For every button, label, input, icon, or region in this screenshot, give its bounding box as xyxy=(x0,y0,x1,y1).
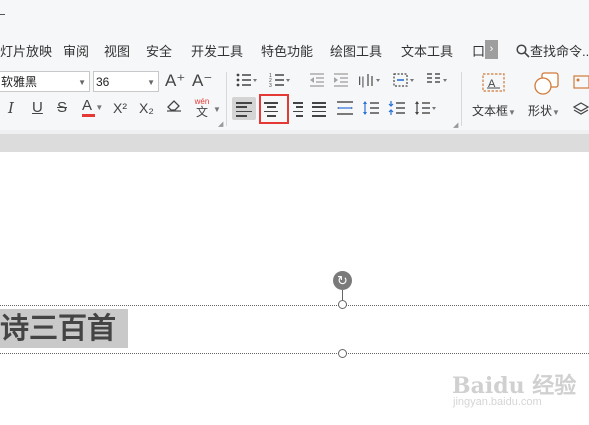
dialog-launcher-icon[interactable]: ◢ xyxy=(453,121,458,129)
font-family-select[interactable]: 软雅黑 ▼ xyxy=(0,71,90,92)
tab-review[interactable]: 审阅 xyxy=(63,41,89,60)
chevron-down-icon: ▼ xyxy=(147,78,155,87)
chevron-down-icon: ▼ xyxy=(95,103,104,112)
menu-bar: 灯片放映 审阅 视图 安全 开发工具 特色功能 绘图工具 文本工具 口 查找命令… xyxy=(0,30,589,68)
shapes-icon xyxy=(533,72,561,101)
chevron-down-icon: ▼ xyxy=(508,108,516,117)
shapes-button[interactable]: 形状▼ xyxy=(528,102,560,119)
divider xyxy=(461,72,462,126)
textbox-label: 文本框 xyxy=(472,104,509,118)
rotate-icon: ↻ xyxy=(337,273,348,288)
numbered-list-button[interactable]: 123 xyxy=(269,72,291,93)
tab-view[interactable]: 视图 xyxy=(104,41,130,60)
search-label: 查找命令... xyxy=(530,44,589,59)
bullet-list-icon xyxy=(236,73,257,87)
paragraph-spacing-icon xyxy=(388,101,405,115)
indent-icon xyxy=(334,73,348,87)
superscript-button[interactable]: X² xyxy=(113,98,127,118)
title-bar-fragment xyxy=(0,14,5,15)
eraser-icon xyxy=(167,100,181,112)
line-spacing-icon xyxy=(363,101,379,115)
dialog-launcher-icon[interactable]: ◢ xyxy=(218,120,223,128)
search-command[interactable]: 查找命令... xyxy=(516,41,589,60)
justify-button[interactable] xyxy=(312,102,328,120)
grow-font-button[interactable]: A⁺ xyxy=(165,71,185,91)
tab-slideshow[interactable]: 灯片放映 xyxy=(0,41,52,60)
slide-title-text[interactable]: 诗三百首 xyxy=(0,309,129,348)
tab-drawing-tools[interactable]: 绘图工具 xyxy=(330,41,382,60)
watermark-url: jingyan.baidu.com xyxy=(453,396,542,408)
menu-scroll-right-button[interactable]: › xyxy=(485,40,498,59)
search-icon xyxy=(516,44,530,58)
strikethrough-button[interactable]: S xyxy=(57,98,67,118)
paragraph-spacing-button[interactable] xyxy=(388,100,406,121)
spacing-options-icon xyxy=(415,101,436,115)
textbox-button[interactable]: 文本框▼ xyxy=(472,102,516,119)
chevron-down-icon: ▼ xyxy=(213,105,221,114)
text-direction-button[interactable]: I| xyxy=(358,72,382,93)
align-left-button[interactable] xyxy=(236,102,252,120)
spacing-options-button[interactable] xyxy=(414,100,438,121)
chevron-down-icon: ▼ xyxy=(552,108,560,117)
numbered-list-icon: 123 xyxy=(269,73,290,89)
chevron-down-icon: ▼ xyxy=(78,78,86,87)
ribbon: 软雅黑 ▼ 36 ▼ A⁺ A⁻ I U S A ▼ X² X₂ wén 文 ▼… xyxy=(0,68,589,130)
font-color-swatch xyxy=(82,114,95,117)
textbox-bottom-border xyxy=(0,353,589,354)
tab-text-tools[interactable]: 文本工具 xyxy=(401,41,453,60)
align-text-icon xyxy=(393,73,414,87)
title-bar xyxy=(0,0,589,30)
resize-handle-top[interactable] xyxy=(338,300,347,309)
rotate-handle[interactable]: ↻ xyxy=(333,271,352,290)
columns-icon xyxy=(427,73,447,83)
line-spacing-button[interactable] xyxy=(362,100,380,121)
increase-indent-button[interactable] xyxy=(333,72,349,93)
align-text-button[interactable] xyxy=(393,72,417,93)
textbox-icon: A xyxy=(482,73,506,98)
pinyin-char: 文 xyxy=(195,105,208,119)
tab-collapsed[interactable]: 口 xyxy=(472,41,485,60)
resize-handle-bottom[interactable] xyxy=(338,349,347,358)
distribute-button[interactable] xyxy=(336,100,354,121)
subscript-button[interactable]: X₂ xyxy=(139,98,154,118)
tab-developer-tools[interactable]: 开发工具 xyxy=(191,41,243,60)
shapes-label: 形状 xyxy=(528,104,553,118)
workspace-top-shade xyxy=(0,134,589,152)
shrink-font-button[interactable]: A⁻ xyxy=(192,71,212,91)
font-size-value: 36 xyxy=(96,75,110,89)
text-direction-icon: I| xyxy=(358,74,380,88)
pinyin-guide-button[interactable]: wén 文 xyxy=(192,97,212,119)
font-color-glyph: A xyxy=(82,97,92,114)
tab-security[interactable]: 安全 xyxy=(146,41,172,60)
outdent-icon xyxy=(310,73,324,87)
font-size-select[interactable]: 36 ▼ xyxy=(93,71,159,92)
decrease-indent-button[interactable] xyxy=(309,72,325,93)
image-icon[interactable] xyxy=(573,75,589,96)
align-right-button[interactable] xyxy=(289,102,305,120)
layers-icon[interactable] xyxy=(572,102,589,123)
rotate-handle-stem xyxy=(342,290,343,300)
underline-button[interactable]: U xyxy=(32,98,43,118)
clear-format-button[interactable] xyxy=(166,98,182,118)
bullet-list-button[interactable] xyxy=(236,72,258,93)
divider xyxy=(226,72,227,126)
columns-button[interactable] xyxy=(425,72,449,93)
highlight-annotation-box xyxy=(259,94,289,124)
distribute-icon xyxy=(337,101,353,115)
svg-text:I|: I| xyxy=(358,74,364,88)
font-family-value: 软雅黑 xyxy=(1,75,38,89)
italic-button[interactable]: I xyxy=(8,98,14,118)
textbox-top-border xyxy=(0,305,589,306)
tab-special-features[interactable]: 特色功能 xyxy=(261,41,313,60)
svg-text:3: 3 xyxy=(269,83,272,88)
